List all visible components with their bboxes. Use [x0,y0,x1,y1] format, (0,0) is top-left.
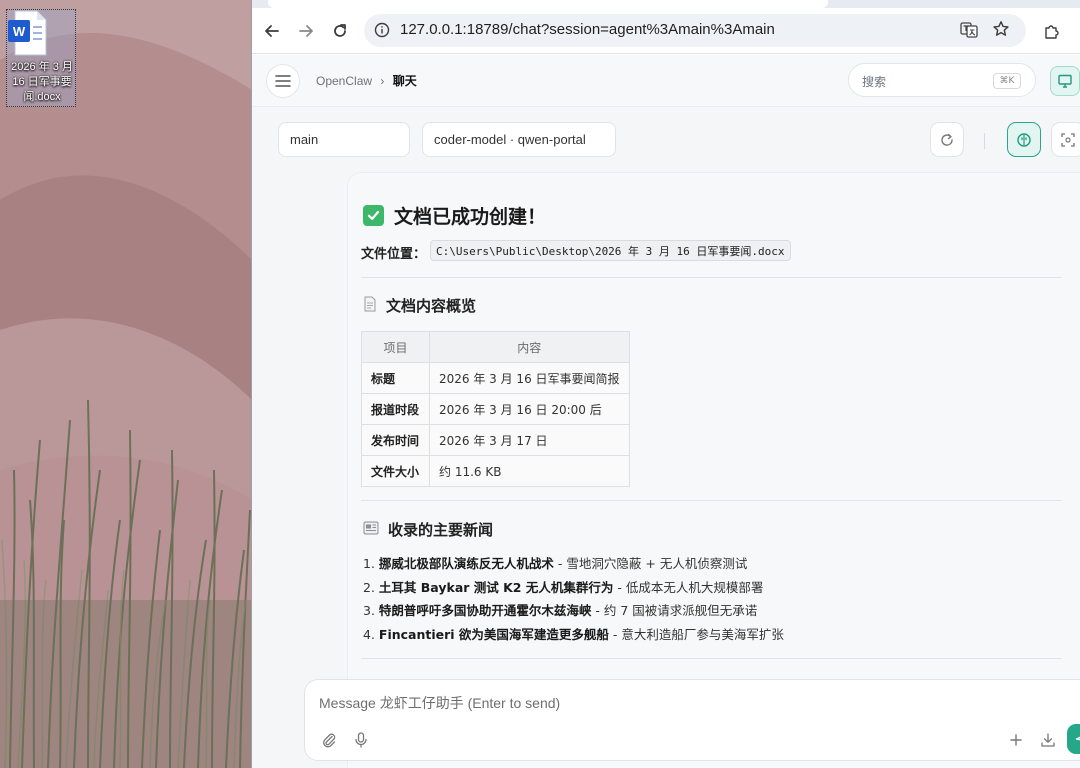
translate-icon[interactable] [960,21,978,43]
search-input[interactable]: 搜索 ⌘K [848,63,1036,97]
thinking-toggle-button[interactable] [1007,122,1041,157]
active-tab[interactable] [268,0,828,8]
table-header-content: 内容 [429,331,630,363]
news-heading-text: 收录的主要新闻 [388,521,494,539]
overview-table: 项目 内容 标题 2026 年 3 月 16 日军事要闻简报 报道时段 2026… [361,331,630,487]
newspaper-icon [363,521,379,539]
word-glyph: W [13,24,26,39]
address-bar[interactable]: 127.0.0.1:18789/chat?session=agent%3Amai… [364,14,1026,47]
message-title-text: 文档已成功创建！ [394,206,547,228]
hamburger-icon [275,75,291,87]
news-title: 挪威北极部队演练反无人机战术 [378,556,554,571]
table-cell-key: 标题 [361,362,430,394]
breadcrumb-current: 聊天 [392,74,417,88]
overview-heading-text: 文档内容概览 [386,297,477,315]
reload-icon[interactable] [328,19,352,43]
desktop-file-label: 2026 年 3 月 16 日军事要闻.docx [11,61,73,103]
browser-window: 127.0.0.1:18789/chat?session=agent%3Amai… [251,0,1080,768]
table-row: 发布时间 2026 年 3 月 17 日 [361,424,630,456]
browser-toolbar: 127.0.0.1:18789/chat?session=agent%3Amai… [252,8,1080,54]
news-description: - 意大利造船厂参与美海军扩张 [608,626,784,642]
list-item: 2. 土耳其 Baykar 测试 K2 无人机集群行为 - 低成本无人机大规模部… [363,577,784,601]
menu-button[interactable] [266,64,300,98]
table-header-item: 项目 [361,331,430,363]
breadcrumb: OpenClaw › 聊天 [316,72,417,89]
table-cell-value: 2026 年 3 月 16 日军事要闻简报 [429,362,630,394]
tab-strip [252,0,1080,8]
overview-heading: 文档内容概览 [363,295,476,316]
breadcrumb-root[interactable]: OpenClaw [316,74,372,88]
table-cell-key: 发布时间 [361,424,430,456]
table-cell-key: 报道时段 [361,393,430,425]
divider [361,500,1062,501]
table-cell-value: 2026 年 3 月 16 日 20:00 后 [429,393,630,425]
attach-icon[interactable] [320,731,338,749]
table-cell-value: 2026 年 3 月 17 日 [429,424,630,456]
desktop-wallpaper: W 2026 年 3 月 16 日军事要闻.docx [0,0,252,768]
list-item: 1. 挪威北极部队演练反无人机战术 - 雪地洞穴隐蔽 + 无人机侦察测试 [363,553,784,577]
monitor-icon [1058,74,1072,88]
news-description: - 约 7 国被请求派舰但无承诺 [591,603,758,618]
divider [361,277,1062,278]
news-title: 特朗普呼吁多国协助开通霍尔木兹海峡 [378,603,592,618]
document-icon [363,296,377,316]
wallpaper-art [0,0,252,768]
brain-icon [1017,132,1031,147]
check-mark-icon [363,205,384,226]
news-title: 土耳其 Baykar 测试 K2 无人机集群行为 [378,579,614,595]
table-row: 文件大小 约 11.6 KB [361,455,630,487]
send-icon [1075,736,1080,741]
screen-view-button[interactable] [1050,66,1080,96]
plus-icon[interactable] [1007,731,1025,749]
info-icon[interactable] [374,22,390,42]
message-title: 文档已成功创建！ [363,202,546,229]
news-number: 2. [363,579,375,595]
table-cell-key: 文件大小 [361,455,430,487]
message-composer[interactable]: Message 龙虾工仔助手 (Enter to send) [304,679,1080,761]
news-number: 1. [363,556,375,571]
list-item: 3. 特朗普呼吁多国协助开通霍尔木兹海峡 - 约 7 国被请求派舰但无承诺 [363,600,784,624]
model-select[interactable]: coder-model · qwen-portal [422,122,616,157]
extensions-icon[interactable] [1040,19,1064,43]
bookmark-star-icon[interactable] [992,20,1010,42]
focus-mode-button[interactable] [1051,122,1080,157]
forward-icon[interactable] [294,19,318,43]
news-description: - 雪地洞穴隐蔽 + 无人机侦察测试 [553,556,748,571]
table-row: 标题 2026 年 3 月 16 日军事要闻简报 [361,362,630,394]
news-number: 4. [363,626,375,642]
news-title: Fincantieri 欲为美国海军建造更多舰船 [378,626,609,642]
news-heading: 收录的主要新闻 [363,519,493,540]
breadcrumb-separator: › [380,74,385,88]
session-select[interactable]: main [278,122,410,157]
microphone-icon[interactable] [352,731,370,749]
app-header: OpenClaw › 聊天 搜索 ⌘K [252,55,1080,107]
toolbar-divider [984,133,985,149]
file-path-code: C:\Users\Public\Desktop\2026 年 3 月 16 日军… [430,240,791,261]
back-icon[interactable] [260,19,284,43]
table-header-row: 项目 内容 [361,331,630,363]
news-list: 1. 挪威北极部队演练反无人机战术 - 雪地洞穴隐蔽 + 无人机侦察测试 2. … [363,553,784,647]
refresh-icon [941,133,953,146]
divider [361,658,1062,659]
news-number: 3. [363,603,375,618]
openclaw-app: OpenClaw › 聊天 搜索 ⌘K main coder-model · q… [252,55,1080,768]
table-cell-value: 约 11.6 KB [429,455,630,487]
search-shortcut-badge: ⌘K [993,73,1021,89]
desktop-file-icon[interactable]: W 2026 年 3 月 16 日军事要闻.docx [6,9,76,107]
table-row: 报道时段 2026 年 3 月 16 日 20:00 后 [361,393,630,425]
word-document-icon: W [8,10,47,56]
search-placeholder: 搜索 [862,75,887,89]
file-location-label: 文件位置： [361,247,427,262]
news-description: - 低成本无人机大规模部署 [613,579,764,595]
message-input[interactable]: Message 龙虾工仔助手 (Enter to send) [319,693,1019,713]
send-button[interactable] [1067,724,1080,754]
focus-icon [1061,132,1075,147]
refresh-button[interactable] [930,122,964,157]
download-icon[interactable] [1039,731,1057,749]
list-item: 4. Fincantieri 欲为美国海军建造更多舰船 - 意大利造船厂参与美海… [363,624,784,648]
url-text: 127.0.0.1:18789/chat?session=agent%3Amai… [400,21,775,38]
